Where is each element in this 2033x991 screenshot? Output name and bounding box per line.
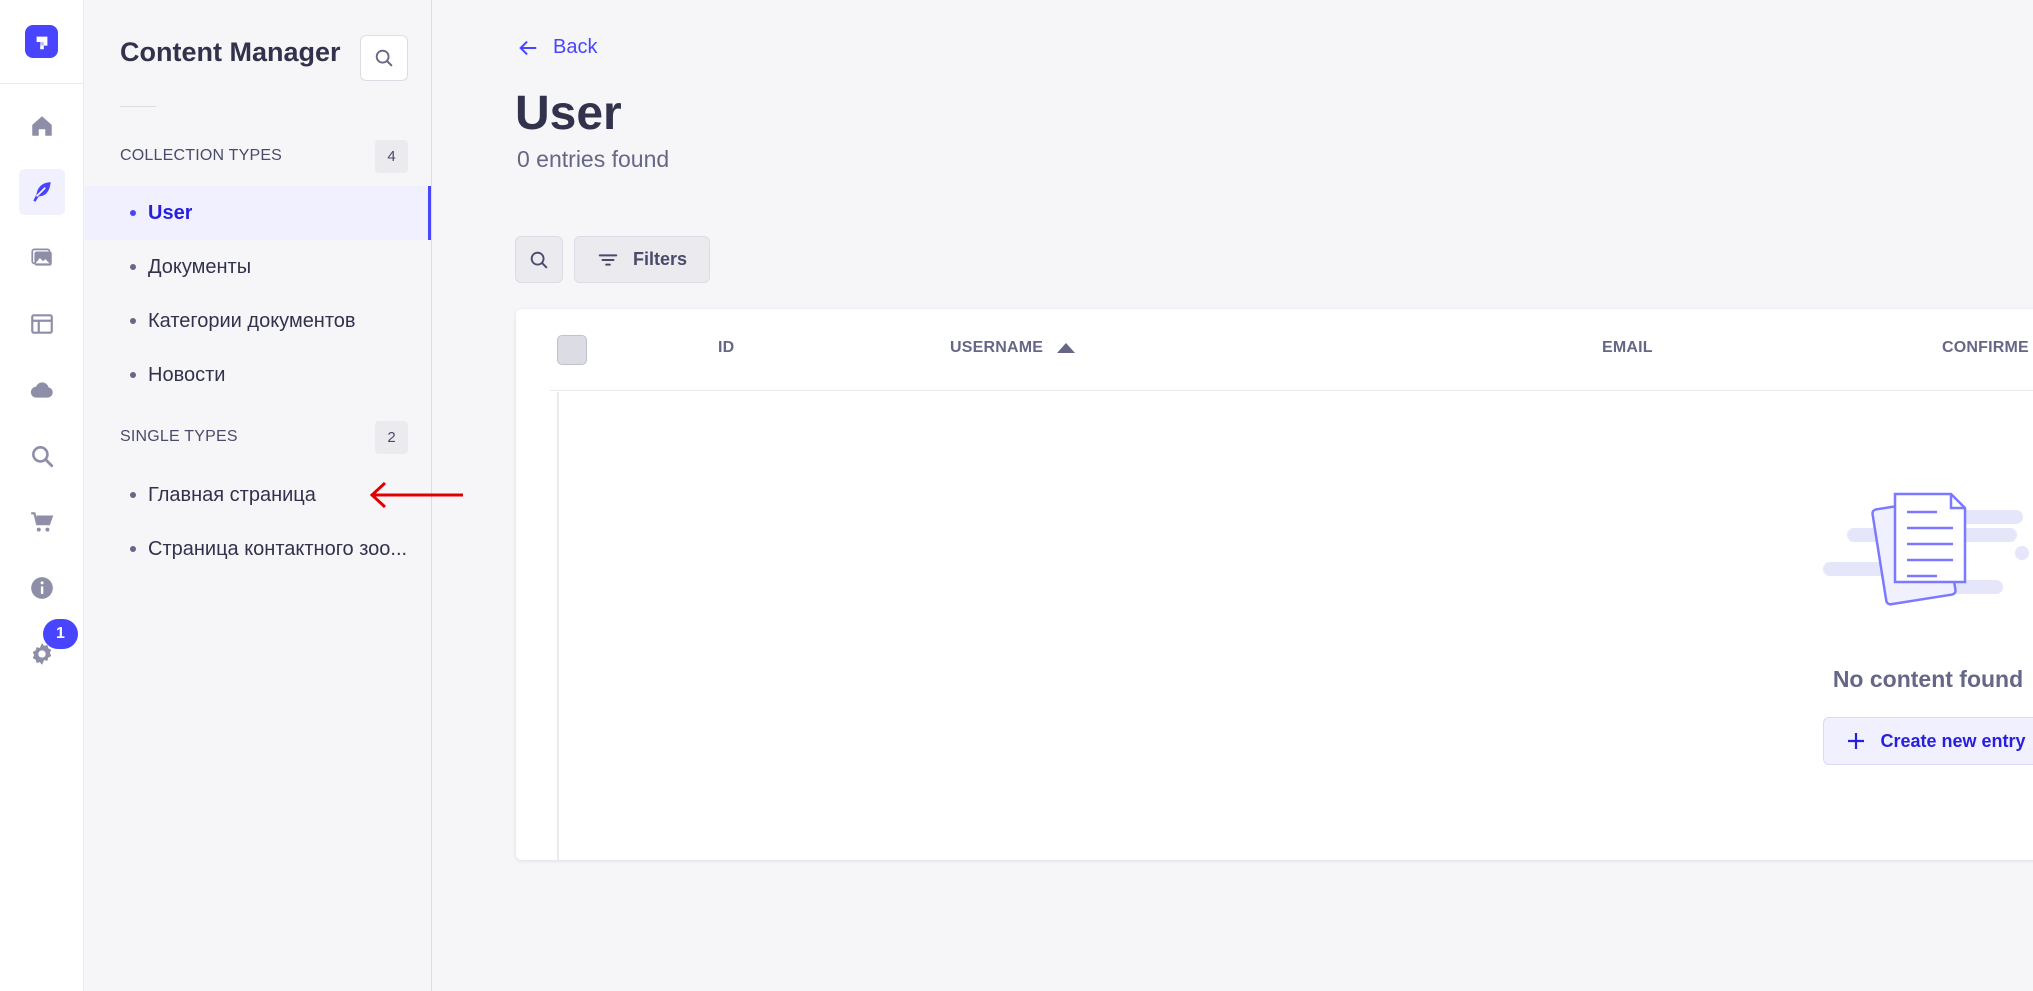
search-icon: [530, 251, 548, 268]
create-new-entry-button[interactable]: Create new entry: [1823, 717, 2033, 765]
sort-ascending-icon[interactable]: [1057, 343, 1076, 353]
subnav-title: Content Manager: [120, 37, 341, 67]
sidebar-item-news[interactable]: Новости: [85, 348, 431, 402]
column-username[interactable]: USERNAME: [950, 339, 1076, 357]
search-icon[interactable]: [19, 433, 65, 479]
bullet-icon: [130, 546, 136, 552]
bullet-icon: [130, 264, 136, 270]
filter-icon: [598, 253, 618, 266]
empty-documents-illustration: [1823, 492, 2029, 606]
media-icon[interactable]: [19, 235, 65, 281]
sidebar-item-label: Главная страница: [148, 483, 316, 506]
sidebar-item-documents[interactable]: Документы: [85, 240, 431, 294]
main-content: Back User 0 entries found Filters ID USE…: [433, 0, 2033, 991]
subnav-search-button[interactable]: [360, 35, 408, 81]
plus-icon: [1848, 733, 1865, 749]
empty-state-text: No content found: [1832, 666, 2024, 692]
table-header: ID USERNAME EMAIL CONFIRME: [550, 309, 2033, 391]
column-confirmed-label: CONFIRME: [1942, 339, 2029, 356]
entries-count: 0 entries found: [517, 146, 670, 172]
sidebar-item-contact-zoo-page[interactable]: Страница контактного зоо...: [85, 522, 431, 576]
table-body-border: [557, 392, 559, 860]
search-icon: [375, 49, 393, 67]
strapi-logo[interactable]: [25, 25, 58, 58]
settings-notification-badge: 1: [43, 619, 78, 649]
create-new-entry-label: Create new entry: [1880, 730, 2026, 751]
back-label: Back: [553, 36, 598, 58]
sidebar-item-document-categories[interactable]: Категории документов: [85, 294, 431, 348]
bullet-icon: [130, 492, 136, 498]
back-link[interactable]: Back: [517, 36, 597, 59]
arrow-left-icon: [519, 40, 537, 55]
sidebar-item-label: User: [148, 201, 193, 224]
logo-area: [0, 0, 83, 84]
filters-button[interactable]: Filters: [574, 236, 710, 283]
bullet-icon: [130, 318, 136, 324]
sidebar-item-label: Категории документов: [148, 309, 356, 332]
feather-icon[interactable]: [19, 169, 65, 215]
info-icon[interactable]: [19, 565, 65, 611]
column-username-label: USERNAME: [950, 339, 1044, 356]
sidebar-item-user[interactable]: User: [85, 186, 431, 240]
entries-table: ID USERNAME EMAIL CONFIRME: [516, 309, 2033, 860]
filters-label: Filters: [632, 249, 688, 269]
page-title: User: [515, 87, 622, 140]
table-search-button[interactable]: [515, 236, 563, 283]
column-email[interactable]: EMAIL: [1602, 339, 1653, 357]
collection-types-count: 4: [375, 139, 408, 173]
cloud-icon[interactable]: [19, 367, 65, 413]
single-types-count: 2: [375, 420, 408, 454]
sidebar-item-label: Документы: [148, 255, 252, 278]
select-all-checkbox[interactable]: [557, 335, 587, 365]
subnav-divider: [120, 106, 156, 107]
sidebar-item-label: Страница контактного зоо...: [148, 537, 408, 560]
main-nav-rail: 1: [0, 0, 84, 991]
bullet-icon: [130, 372, 136, 378]
single-types-label: SINGLE TYPES: [120, 428, 238, 445]
sidebar-item-label: Новости: [148, 363, 226, 386]
cart-icon[interactable]: [19, 499, 65, 545]
single-types-header[interactable]: SINGLE TYPES 2: [120, 420, 408, 454]
column-id[interactable]: ID: [718, 339, 734, 357]
column-email-label: EMAIL: [1602, 339, 1653, 356]
collection-types-label: COLLECTION TYPES: [120, 147, 283, 164]
collection-types-header[interactable]: COLLECTION TYPES 4: [120, 139, 408, 173]
column-confirmed[interactable]: CONFIRME: [1942, 339, 2029, 357]
column-id-label: ID: [718, 339, 735, 356]
bullet-icon: [130, 210, 136, 216]
home-icon[interactable]: [19, 103, 65, 149]
layout-icon[interactable]: [19, 301, 65, 347]
